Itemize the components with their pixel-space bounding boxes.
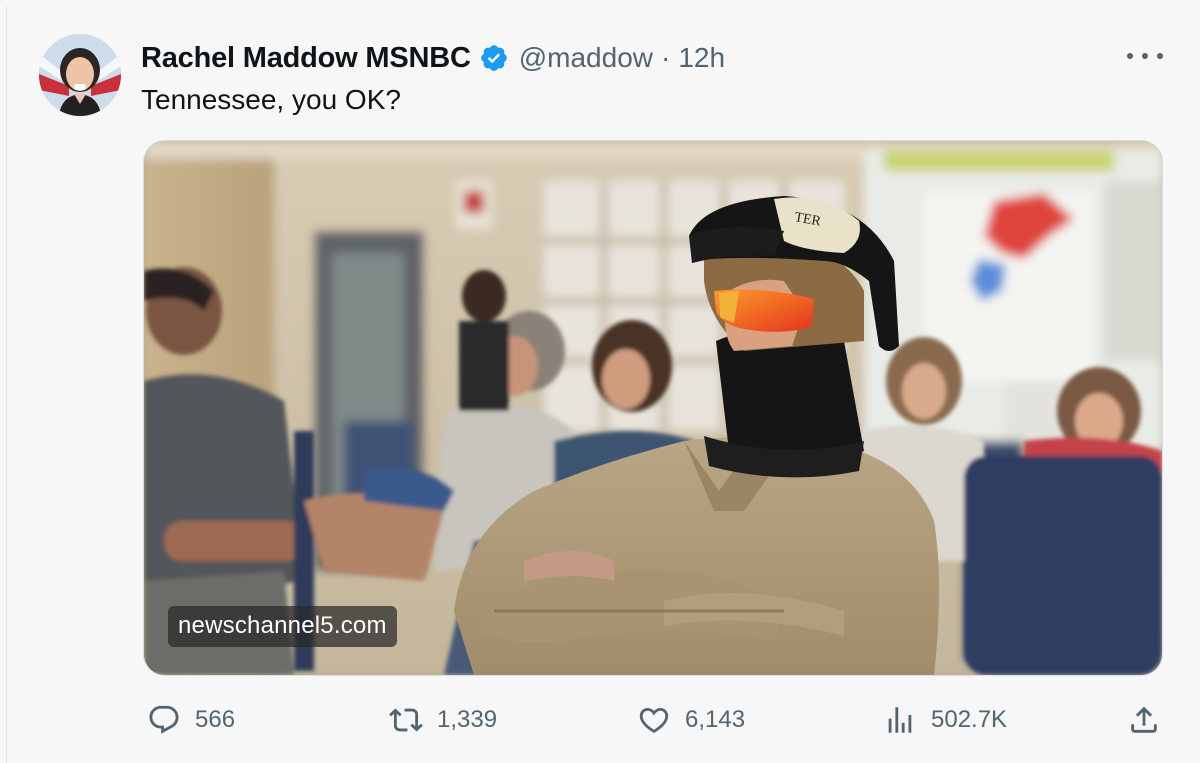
photo-image: TER bbox=[144, 141, 1162, 675]
tweet-text: Tennessee, you OK? bbox=[141, 84, 401, 115]
tweet-card[interactable]: Rachel Maddow MSNBC @maddow · 12h Tennes… bbox=[6, 6, 1197, 763]
tweet-header: Rachel Maddow MSNBC @maddow · 12h bbox=[141, 36, 725, 80]
share-icon bbox=[1127, 703, 1161, 737]
retweet-icon bbox=[389, 703, 423, 737]
retweet-button[interactable]: 1,339 bbox=[389, 700, 497, 740]
views-button[interactable]: 502.7K bbox=[883, 700, 1007, 740]
heart-icon bbox=[637, 703, 671, 737]
reply-button[interactable]: 566 bbox=[147, 700, 235, 740]
verified-badge-icon bbox=[479, 43, 509, 73]
author-handle[interactable]: @maddow bbox=[519, 42, 653, 74]
views-chart-icon bbox=[883, 703, 917, 737]
tweet-actions-bar: 566 1,339 6,143 502.7K bbox=[143, 700, 1173, 740]
avatar[interactable] bbox=[39, 34, 121, 116]
reply-count: 566 bbox=[195, 706, 236, 733]
like-count: 6,143 bbox=[685, 706, 746, 733]
reply-icon bbox=[147, 703, 181, 737]
views-count: 502.7K bbox=[931, 706, 1008, 733]
media-source-label: newschannel5.com bbox=[168, 606, 397, 647]
more-options-icon[interactable] bbox=[1127, 44, 1163, 68]
header-separator: · bbox=[661, 42, 671, 73]
display-name[interactable]: Rachel Maddow MSNBC bbox=[141, 42, 471, 75]
retweet-count: 1,339 bbox=[437, 706, 498, 733]
like-button[interactable]: 6,143 bbox=[637, 700, 745, 740]
tweet-media-photo[interactable]: TER newschannel5.com bbox=[143, 140, 1163, 676]
avatar-image bbox=[39, 34, 121, 116]
share-button[interactable] bbox=[1127, 700, 1161, 740]
timestamp[interactable]: 12h bbox=[678, 42, 725, 74]
